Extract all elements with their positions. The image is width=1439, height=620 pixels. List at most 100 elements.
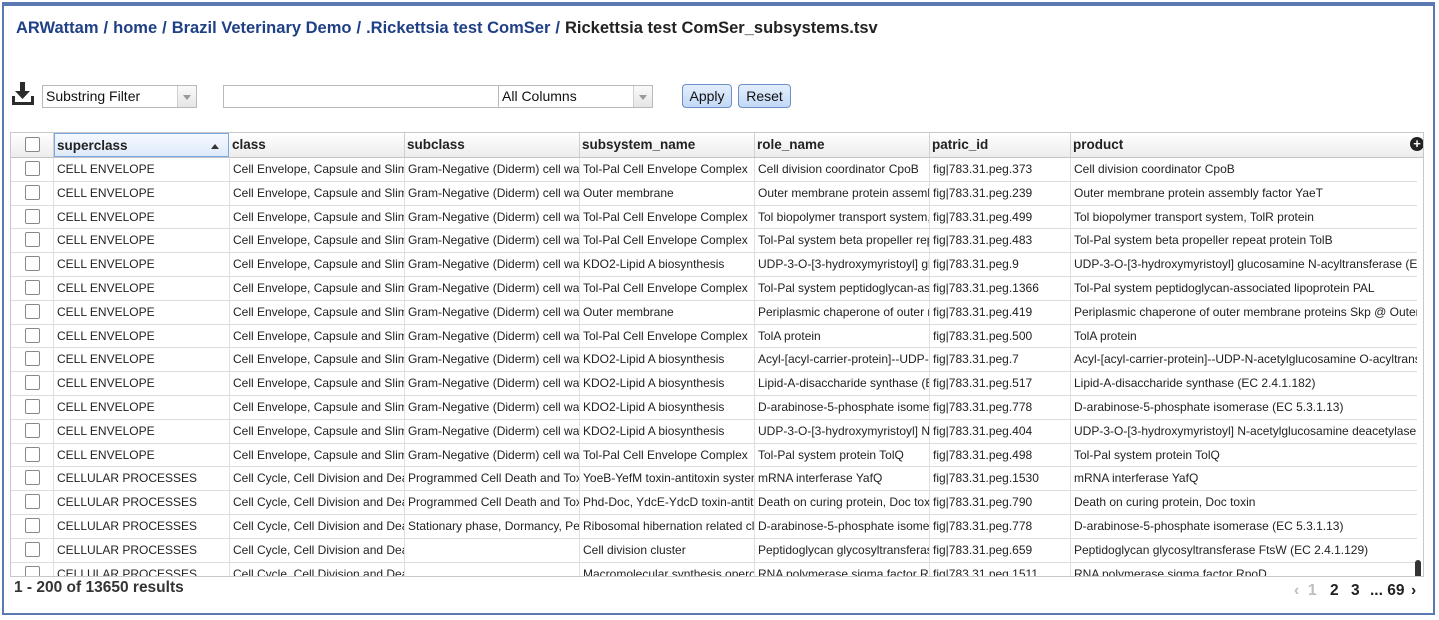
row-checkbox[interactable] xyxy=(25,327,40,343)
cell-subsystem-name: Tol-Pal Cell Envelope Complex xyxy=(580,443,755,467)
row-checkbox[interactable] xyxy=(25,280,40,295)
column-header-superclass[interactable]: superclass xyxy=(54,133,229,157)
row-checkbox[interactable] xyxy=(25,494,40,510)
pager-page-1[interactable]: 1 xyxy=(1308,582,1317,600)
table-row[interactable]: CELL ENVELOPE Cell Envelope, Capsule and … xyxy=(11,348,1417,373)
cell-subclass: Stationary phase, Dormancy, Persi xyxy=(405,515,580,538)
column-header-role-name[interactable]: role_name xyxy=(755,133,930,157)
apply-button[interactable]: Apply xyxy=(682,84,732,108)
table-row[interactable]: CELLULAR PROCESSES Cell Cycle, Cell Divis… xyxy=(11,538,1417,563)
table-row[interactable]: CELL ENVELOPE Cell Envelope, Capsule and … xyxy=(11,253,1417,277)
filter-text-input[interactable] xyxy=(223,85,500,108)
cell-patric-id: fig|783.31.peg.659 xyxy=(930,538,1071,562)
table-row[interactable]: CELL ENVELOPE Cell Envelope, Capsule and … xyxy=(11,372,1417,396)
table-row[interactable]: CELLULAR PROCESSES Cell Cycle, Cell Divis… xyxy=(11,515,1417,539)
select-all-checkbox[interactable] xyxy=(25,137,40,152)
row-checkbox[interactable] xyxy=(25,422,40,438)
cell-product: mRNA interferase YafQ xyxy=(1074,471,1199,486)
cell-superclass: CELL ENVELOPE xyxy=(54,443,230,467)
row-checkbox[interactable] xyxy=(25,351,40,367)
pager-prev-icon[interactable]: ‹ xyxy=(1294,582,1299,600)
cell-superclass: CELL ENVELOPE xyxy=(54,348,230,372)
table-row[interactable]: CELL ENVELOPE Cell Envelope, Capsule and … xyxy=(11,300,1417,325)
pager-next-icon[interactable]: › xyxy=(1411,582,1416,600)
cell-role-name: Tol-Pal system beta propeller repea xyxy=(755,229,930,253)
row-checkbox[interactable] xyxy=(25,518,40,533)
cell-class: Cell Cycle, Cell Division and Death xyxy=(230,538,405,562)
row-checkbox[interactable] xyxy=(25,446,40,462)
column-header-subsystem-name[interactable]: subsystem_name xyxy=(580,133,755,157)
cell-subclass xyxy=(405,538,580,562)
breadcrumb-separator: / xyxy=(356,19,362,37)
cell-subsystem-name: Tol-Pal Cell Envelope Complex xyxy=(580,324,755,348)
cell-subclass: Gram-Negative (Diderm) cell wall c xyxy=(405,158,580,181)
table-row[interactable]: CELL ENVELOPE Cell Envelope, Capsule and … xyxy=(11,277,1417,301)
cell-patric-id: fig|783.31.peg.500 xyxy=(930,324,1071,348)
column-header-label: superclass xyxy=(57,138,128,153)
row-checkbox[interactable] xyxy=(25,399,40,414)
row-checkbox[interactable] xyxy=(25,470,40,486)
table-row[interactable]: CELLULAR PROCESSES Cell Cycle, Cell Divis… xyxy=(11,467,1417,492)
cell-class: Cell Cycle, Cell Division and Death xyxy=(230,515,405,538)
row-checkbox[interactable] xyxy=(25,208,40,224)
table-row[interactable]: CELL ENVELOPE Cell Envelope, Capsule and … xyxy=(11,181,1417,206)
table-row[interactable]: CELL ENVELOPE Cell Envelope, Capsule and … xyxy=(11,205,1417,230)
cell-subsystem-name: Tol-Pal Cell Envelope Complex xyxy=(580,277,755,300)
reset-button[interactable]: Reset xyxy=(738,84,791,108)
table-row[interactable]: CELLULAR PROCESSES Cell Cycle, Cell Divis… xyxy=(11,562,1417,576)
cell-product: Lipid-A-disaccharide synthase (EC 2.4.1.… xyxy=(1074,376,1316,391)
cell-product: Peptidoglycan glycosyltransferase FtsW (… xyxy=(1074,542,1369,557)
column-header-class[interactable]: class xyxy=(230,133,405,157)
scrollbar-thumb[interactable] xyxy=(1415,560,1421,576)
row-checkbox[interactable] xyxy=(25,184,40,200)
pager-page-3[interactable]: 3 xyxy=(1351,582,1360,600)
table-row[interactable]: CELL ENVELOPE Cell Envelope, Capsule and … xyxy=(11,443,1417,468)
table-row[interactable]: CELLULAR PROCESSES Cell Cycle, Cell Divis… xyxy=(11,491,1417,515)
row-checkbox[interactable] xyxy=(25,232,40,248)
row-checkbox[interactable] xyxy=(25,541,40,557)
table-row[interactable]: CELL ENVELOPE Cell Envelope, Capsule and … xyxy=(11,324,1417,349)
cell-subclass: Gram-Negative (Diderm) cell wall c xyxy=(405,253,580,277)
table-row[interactable]: CELL ENVELOPE Cell Envelope, Capsule and … xyxy=(11,396,1417,420)
table-row[interactable]: CELL ENVELOPE Cell Envelope, Capsule and … xyxy=(11,158,1417,182)
cell-subclass: Gram-Negative (Diderm) cell wall c xyxy=(405,372,580,396)
breadcrumb-link-folder[interactable]: .Rickettsia test ComSer xyxy=(366,19,550,37)
cell-class: Cell Envelope, Capsule and Slime xyxy=(230,300,405,324)
cell-superclass: CELLULAR PROCESSES xyxy=(54,562,230,576)
cell-superclass: CELLULAR PROCESSES xyxy=(54,538,230,562)
plus-circle-icon[interactable]: + xyxy=(1410,137,1423,151)
column-select[interactable]: All Columns xyxy=(498,85,653,108)
row-checkbox[interactable] xyxy=(25,161,40,176)
vertical-scrollbar[interactable] xyxy=(1414,160,1422,576)
row-select-cell xyxy=(11,443,54,467)
cell-subsystem-name: YoeB-YefM toxin-antitoxin system xyxy=(580,467,755,491)
breadcrumb-link-workspace[interactable]: Brazil Veterinary Demo xyxy=(172,19,352,37)
cell-product: UDP-3-O-[3-hydroxymyristoyl] N-acetylglu… xyxy=(1074,423,1417,438)
cell-subsystem-name: Ribosomal hibernation related clus xyxy=(580,515,755,538)
cell-product: TolA protein xyxy=(1074,328,1137,343)
row-checkbox[interactable] xyxy=(25,303,40,319)
filter-type-select[interactable]: Substring Filter xyxy=(42,85,197,108)
sort-ascending-icon xyxy=(211,144,219,149)
breadcrumb-link-user[interactable]: ARWattam xyxy=(16,19,99,37)
cell-patric-id: fig|783.31.peg.239 xyxy=(930,181,1071,205)
row-checkbox[interactable] xyxy=(25,375,40,391)
table-row[interactable]: CELL ENVELOPE Cell Envelope, Capsule and … xyxy=(11,419,1417,444)
table-row[interactable]: CELL ENVELOPE Cell Envelope, Capsule and … xyxy=(11,229,1417,254)
breadcrumb-link-home[interactable]: home xyxy=(113,19,157,37)
download-icon[interactable] xyxy=(10,81,36,107)
table-header: superclass class subclass subsystem_name… xyxy=(11,133,1423,158)
pager-page-last[interactable]: ... 69 xyxy=(1370,582,1404,600)
row-checkbox[interactable] xyxy=(25,256,40,272)
cell-superclass: CELLULAR PROCESSES xyxy=(54,491,230,515)
cell-product: Outer membrane protein assembly factor Y… xyxy=(1074,185,1323,200)
row-select-cell xyxy=(11,419,54,443)
column-header-product[interactable]: product xyxy=(1071,133,1423,157)
column-header-patric-id[interactable]: patric_id xyxy=(930,133,1071,157)
row-checkbox[interactable] xyxy=(25,565,40,576)
chevron-down-icon xyxy=(177,86,196,107)
cell-superclass: CELL ENVELOPE xyxy=(54,205,230,229)
pager-page-2[interactable]: 2 xyxy=(1330,582,1339,600)
cell-role-name: Peptidoglycan glycosyltransferase xyxy=(755,538,930,562)
column-header-subclass[interactable]: subclass xyxy=(405,133,580,157)
